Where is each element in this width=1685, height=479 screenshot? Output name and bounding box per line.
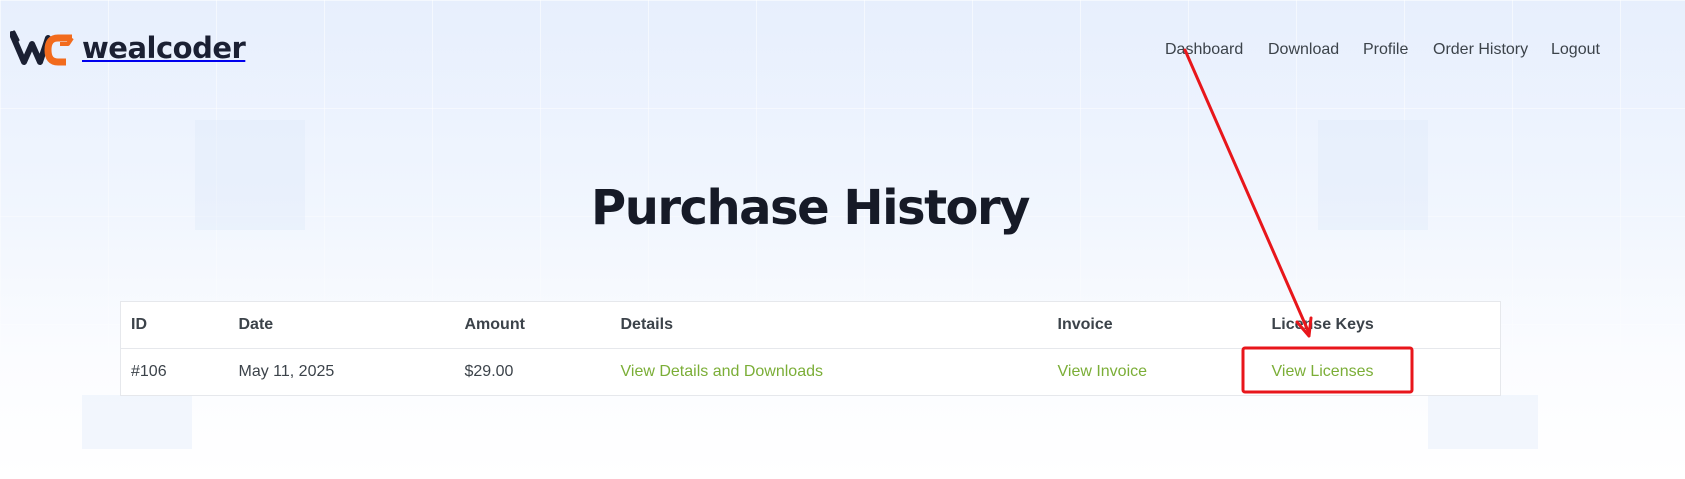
column-header-details: Details [610, 301, 1048, 349]
nav-item-order-history[interactable]: Order History [1433, 38, 1528, 62]
table-header-row: ID Date Amount Details Invoice License K… [120, 301, 1501, 349]
view-licenses-link[interactable]: View Licenses [1272, 363, 1374, 380]
view-invoice-link[interactable]: View Invoice [1058, 363, 1148, 380]
order-id: #106 [131, 363, 167, 380]
purchase-history-table-wrapper: ID Date Amount Details Invoice License K… [120, 301, 1501, 396]
table-row: #106 May 11, 2025 $29.00 View Details an… [121, 349, 1501, 396]
page-title: Purchase History [591, 180, 1030, 236]
site-logo[interactable]: wealcoder [10, 30, 246, 66]
purchase-history-table: ID Date Amount Details Invoice License K… [120, 301, 1501, 396]
order-amount: $29.00 [464, 363, 514, 380]
column-header-amount: Amount [454, 301, 611, 349]
logo-wordmark: wealcoder [82, 31, 246, 65]
column-header-license-keys: License Keys [1261, 301, 1501, 349]
nav-item-download[interactable]: Download [1268, 38, 1339, 62]
nav-item-profile[interactable]: Profile [1363, 38, 1408, 62]
column-header-id: ID [120, 301, 229, 349]
invoice-cell: View Invoice [1048, 349, 1262, 396]
nav-item-logout[interactable]: Logout [1551, 38, 1600, 62]
view-details-link[interactable]: View Details and Downloads [621, 363, 823, 380]
main-nav: Dashboard Download Profile Order History… [1165, 38, 1685, 62]
background-block [1428, 395, 1538, 449]
background-block [82, 395, 192, 449]
column-header-invoice: Invoice [1047, 301, 1262, 349]
wealcoder-logo-icon [10, 30, 74, 66]
details-cell: View Details and Downloads [611, 349, 1048, 396]
license-cell: View Licenses [1262, 349, 1501, 396]
order-date: May 11, 2025 [238, 363, 335, 380]
nav-item-dashboard[interactable]: Dashboard [1165, 38, 1243, 62]
site-header: wealcoder Dashboard Download Profile Ord… [0, 0, 1685, 100]
column-header-date: Date [228, 301, 455, 349]
